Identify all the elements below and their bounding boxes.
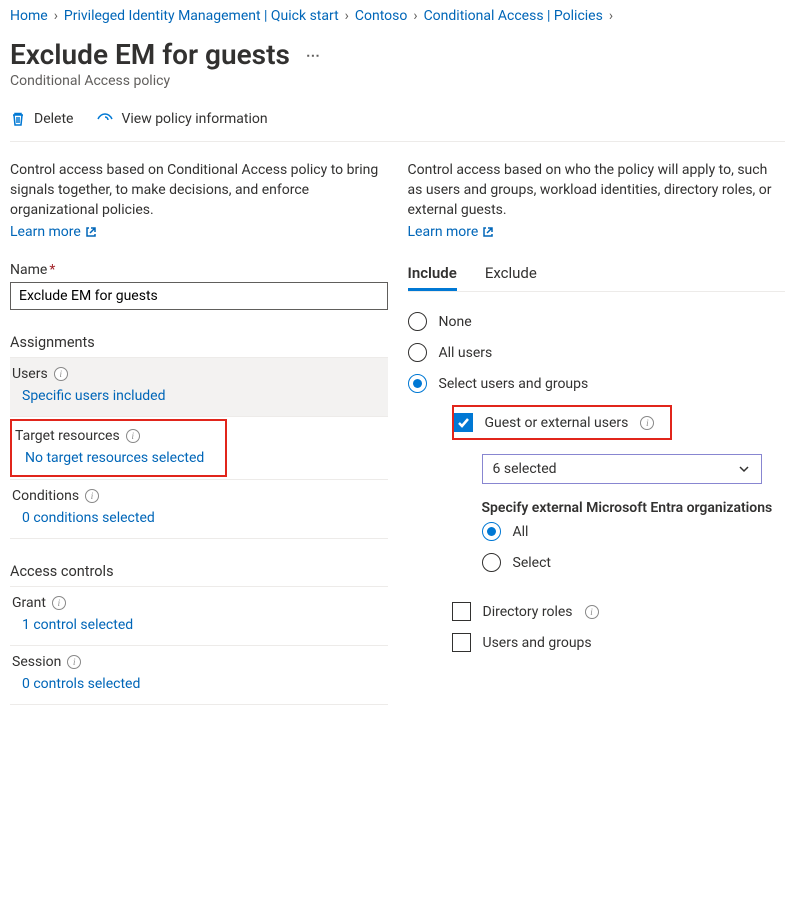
- assignments-heading: Assignments: [10, 334, 388, 358]
- chevron-right-icon: ›: [54, 8, 58, 24]
- name-label: Name*: [10, 262, 388, 278]
- access-controls-heading: Access controls: [10, 563, 388, 587]
- checkbox-label: Users and groups: [483, 635, 592, 651]
- session-value[interactable]: 0 controls selected: [12, 670, 386, 696]
- external-link-icon: [482, 226, 494, 238]
- left-panel: Control access based on Conditional Acce…: [10, 160, 388, 705]
- eye-icon: [97, 111, 113, 127]
- info-icon[interactable]: i: [126, 429, 140, 443]
- tab-exclude[interactable]: Exclude: [485, 264, 537, 291]
- checkbox-directory-roles[interactable]: Directory roles i: [452, 596, 786, 627]
- grant-value[interactable]: 1 control selected: [12, 611, 386, 637]
- select-value: 6 selected: [493, 461, 557, 477]
- radio-all-users[interactable]: All users: [408, 337, 786, 368]
- conditions-row[interactable]: Conditions i 0 conditions selected: [10, 480, 388, 539]
- checkbox-label: Directory roles: [483, 604, 573, 620]
- radio-icon: [408, 343, 427, 362]
- required-indicator: *: [49, 262, 55, 278]
- view-info-label: View policy information: [121, 111, 267, 127]
- radio-icon: [408, 374, 427, 393]
- info-icon[interactable]: i: [85, 489, 99, 503]
- chevron-right-icon: ›: [609, 8, 613, 24]
- users-label: Users i: [12, 366, 386, 382]
- conditions-label: Conditions i: [12, 488, 386, 504]
- breadcrumb-item[interactable]: Contoso: [355, 8, 407, 24]
- radio-select-users[interactable]: Select users and groups: [408, 368, 786, 399]
- radio-icon: [482, 522, 501, 541]
- checkbox-users-and-groups[interactable]: Users and groups: [452, 627, 786, 658]
- info-icon[interactable]: i: [67, 655, 81, 669]
- target-resources-value[interactable]: No target resources selected: [15, 444, 204, 470]
- conditions-value[interactable]: 0 conditions selected: [12, 504, 386, 530]
- radio-orgs-all[interactable]: All: [482, 516, 786, 547]
- breadcrumb-item[interactable]: Home: [10, 8, 48, 24]
- panel-description: Control access based on who the policy w…: [408, 160, 786, 220]
- radio-label: Select users and groups: [439, 376, 589, 392]
- radio-icon: [408, 312, 427, 331]
- page-title: Exclude EM for guests: [10, 38, 290, 71]
- assignment-users-row[interactable]: Users i Specific users included: [10, 358, 388, 417]
- radio-label: All: [513, 524, 529, 540]
- grant-label: Grant i: [12, 595, 386, 611]
- info-icon[interactable]: i: [54, 367, 68, 381]
- checkbox-icon: [452, 633, 471, 652]
- guest-types-select[interactable]: 6 selected: [482, 454, 762, 484]
- divider: [408, 291, 786, 292]
- chevron-down-icon: [737, 462, 751, 476]
- chevron-right-icon: ›: [345, 8, 349, 24]
- include-exclude-tabs: Include Exclude: [408, 264, 786, 291]
- tab-include[interactable]: Include: [408, 264, 457, 291]
- radio-label: Select: [513, 555, 551, 571]
- breadcrumb-item[interactable]: Conditional Access | Policies: [424, 8, 603, 24]
- checkbox-label: Guest or external users: [485, 415, 629, 431]
- target-resources-label: Target resources i: [15, 428, 204, 444]
- user-scope-radio-group: None All users Select users and groups: [408, 306, 786, 399]
- info-icon[interactable]: i: [585, 605, 599, 619]
- trash-icon: [10, 111, 26, 127]
- page-subtitle: Conditional Access policy: [10, 73, 785, 89]
- right-panel: Control access based on who the policy w…: [408, 160, 786, 705]
- specify-orgs-heading: Specify external Microsoft Entra organiz…: [482, 500, 786, 516]
- view-policy-info-button[interactable]: View policy information: [97, 111, 267, 127]
- external-link-icon: [85, 226, 97, 238]
- select-users-subgroup: Guest or external users i 6 selected Spe…: [452, 405, 786, 658]
- learn-more-link[interactable]: Learn more: [408, 224, 495, 240]
- learn-more-label: Learn more: [408, 224, 479, 240]
- radio-icon: [482, 553, 501, 572]
- command-bar: Delete View policy information: [10, 111, 785, 142]
- checkbox-icon: [454, 413, 473, 432]
- name-input[interactable]: [10, 282, 388, 310]
- learn-more-link[interactable]: Learn more: [10, 224, 97, 240]
- session-row[interactable]: Session i 0 controls selected: [10, 646, 388, 705]
- breadcrumb: Home › Privileged Identity Management | …: [10, 8, 785, 24]
- session-label: Session i: [12, 654, 386, 670]
- chevron-right-icon: ›: [413, 8, 417, 24]
- delete-label: Delete: [34, 111, 73, 127]
- users-value[interactable]: Specific users included: [12, 382, 386, 408]
- target-resources-row[interactable]: Target resources i No target resources s…: [13, 422, 224, 474]
- radio-orgs-select[interactable]: Select: [482, 547, 786, 578]
- breadcrumb-item[interactable]: Privileged Identity Management | Quick s…: [64, 8, 339, 24]
- delete-button[interactable]: Delete: [10, 111, 73, 127]
- checkbox-guest-external[interactable]: Guest or external users i: [454, 411, 655, 434]
- radio-none[interactable]: None: [408, 306, 786, 337]
- info-icon[interactable]: i: [52, 596, 66, 610]
- radio-label: None: [439, 314, 472, 330]
- panel-description: Control access based on Conditional Acce…: [10, 160, 388, 220]
- checkbox-icon: [452, 602, 471, 621]
- info-icon[interactable]: i: [640, 416, 654, 430]
- more-menu-button[interactable]: ⋯: [302, 44, 325, 68]
- radio-label: All users: [439, 345, 493, 361]
- learn-more-label: Learn more: [10, 224, 81, 240]
- grant-row[interactable]: Grant i 1 control selected: [10, 587, 388, 646]
